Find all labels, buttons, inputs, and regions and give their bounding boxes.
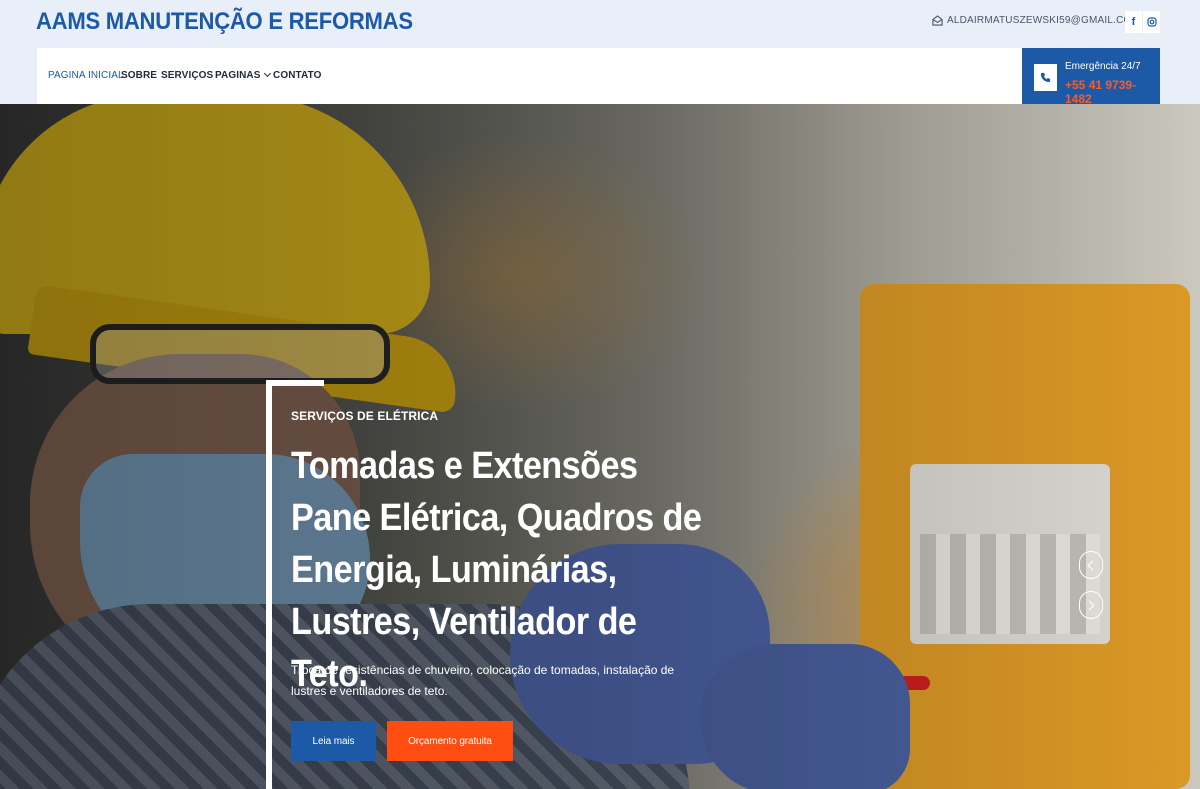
chevron-down-icon (263, 69, 271, 78)
main-nav: PAGINA INICIAL SOBRE SERVIÇOS PAGINAS CO… (37, 48, 1022, 104)
slider-next-button[interactable] (1079, 591, 1103, 619)
hero-frame-bar (266, 380, 272, 789)
chevron-left-icon (1087, 560, 1098, 570)
hero-slider: SERVIÇOS DE ELÉTRICA Tomadas e Extensões… (0, 104, 1200, 789)
phone-icon (1034, 64, 1057, 91)
top-bar: AAMS MANUTENÇÃO E REFORMAS ALDAIRMATUSZE… (0, 0, 1200, 48)
instagram-icon[interactable] (1143, 11, 1160, 33)
facebook-icon[interactable]: f (1125, 11, 1142, 33)
nav-item-contact[interactable]: CONTATO (273, 70, 321, 81)
hero-frame-top (266, 380, 324, 386)
read-more-button[interactable]: Leia mais (291, 721, 376, 761)
nav-item-pages-label: PAGINAS (215, 70, 261, 81)
chevron-right-icon (1084, 600, 1095, 610)
slider-prev-button[interactable] (1079, 551, 1103, 579)
hero-description: Troca de resistências de chuveiro, coloc… (291, 663, 675, 698)
nav-item-home[interactable]: PAGINA INICIAL (48, 70, 124, 81)
emergency-label: Emergência 24/7 (1065, 61, 1141, 72)
contact-email[interactable]: ALDAIRMATUSZEWSKI59@GMAIL.COM.BR (932, 15, 1157, 26)
emergency-phone[interactable]: +55 41 9739-1482 (1065, 78, 1160, 106)
nav-item-pages[interactable]: PAGINAS (215, 69, 271, 81)
nav-item-services[interactable]: SERVIÇOS (161, 70, 213, 81)
hero-kicker: SERVIÇOS DE ELÉTRICA (291, 409, 439, 423)
site-brand[interactable]: AAMS MANUTENÇÃO E REFORMAS (36, 8, 413, 36)
free-quote-button[interactable]: Orçamento gratuita (387, 721, 513, 761)
emergency-contact[interactable]: Emergência 24/7 +55 41 9739-1482 (1022, 48, 1160, 106)
nav-item-about[interactable]: SOBRE (121, 70, 157, 81)
instagram-glyph (1146, 17, 1157, 27)
envelope-icon (932, 15, 943, 26)
